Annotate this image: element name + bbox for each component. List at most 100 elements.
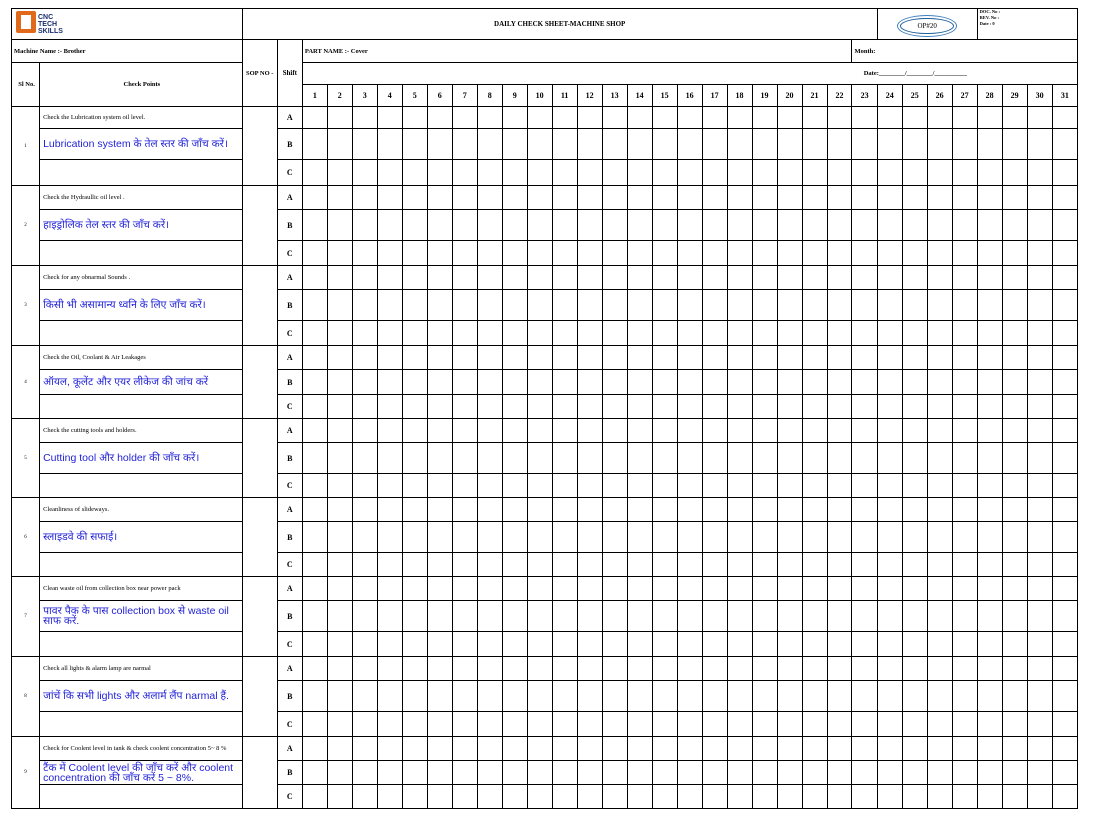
check-entry-cell[interactable] [1001,521,1028,553]
check-entry-cell[interactable] [851,680,878,712]
check-entry-cell[interactable] [351,600,378,632]
check-entry-cell[interactable] [451,497,478,522]
check-entry-cell[interactable] [576,289,603,321]
check-entry-cell[interactable] [451,442,478,474]
check-entry-cell[interactable] [526,185,553,210]
check-entry-cell[interactable] [526,600,553,632]
check-entry-cell[interactable] [426,369,453,395]
check-entry-cell[interactable] [976,128,1003,160]
check-entry-cell[interactable] [476,394,503,419]
check-entry-cell[interactable] [376,473,403,498]
check-entry-cell[interactable] [876,497,903,522]
check-entry-cell[interactable] [901,159,928,186]
check-entry-cell[interactable] [776,369,803,395]
check-entry-cell[interactable] [576,442,603,474]
check-entry-cell[interactable] [851,576,878,601]
check-entry-cell[interactable] [901,418,928,443]
check-entry-cell[interactable] [1051,473,1079,498]
check-entry-cell[interactable] [601,106,628,129]
check-entry-cell[interactable] [401,128,428,160]
check-entry-cell[interactable] [751,320,778,346]
check-entry-cell[interactable] [1001,552,1028,577]
check-entry-cell[interactable] [501,760,528,785]
check-entry-cell[interactable] [901,784,928,809]
check-entry-cell[interactable] [626,521,653,553]
check-entry-cell[interactable] [701,497,728,522]
check-entry-cell[interactable] [451,784,478,809]
check-entry-cell[interactable] [651,394,678,419]
check-entry-cell[interactable] [426,265,453,290]
check-entry-cell[interactable] [376,497,403,522]
check-entry-cell[interactable] [676,106,703,129]
check-entry-cell[interactable] [601,473,628,498]
check-entry-cell[interactable] [576,497,603,522]
check-entry-cell[interactable] [951,345,978,370]
check-entry-cell[interactable] [576,394,603,419]
check-entry-cell[interactable] [976,320,1003,346]
check-entry-cell[interactable] [951,159,978,186]
check-entry-cell[interactable] [776,711,803,737]
check-entry-cell[interactable] [1001,265,1028,290]
check-entry-cell[interactable] [876,185,903,210]
check-entry-cell[interactable] [826,265,853,290]
check-entry-cell[interactable] [801,576,828,601]
check-entry-cell[interactable] [651,576,678,601]
check-entry-cell[interactable] [1001,240,1028,266]
check-entry-cell[interactable] [576,209,603,241]
check-entry-cell[interactable] [1051,576,1079,601]
check-entry-cell[interactable] [451,289,478,321]
check-entry-cell[interactable] [876,265,903,290]
check-entry-cell[interactable] [701,209,728,241]
check-entry-cell[interactable] [826,680,853,712]
check-entry-cell[interactable] [851,209,878,241]
check-entry-cell[interactable] [1051,106,1079,129]
check-entry-cell[interactable] [726,656,753,681]
check-entry-cell[interactable] [676,209,703,241]
check-entry-cell[interactable] [1026,497,1053,522]
check-entry-cell[interactable] [751,394,778,419]
check-entry-cell[interactable] [401,473,428,498]
check-entry-cell[interactable] [301,552,328,577]
check-entry-cell[interactable] [601,345,628,370]
check-entry-cell[interactable] [551,552,578,577]
check-entry-cell[interactable] [376,736,403,761]
check-entry-cell[interactable] [376,265,403,290]
check-entry-cell[interactable] [926,760,953,785]
check-entry-cell[interactable] [751,289,778,321]
check-entry-cell[interactable] [776,680,803,712]
check-entry-cell[interactable] [1051,711,1079,737]
check-entry-cell[interactable] [1051,631,1079,657]
check-entry-cell[interactable] [426,394,453,419]
check-entry-cell[interactable] [1026,106,1053,129]
check-entry-cell[interactable] [901,106,928,129]
check-entry-cell[interactable] [776,106,803,129]
check-entry-cell[interactable] [676,784,703,809]
check-entry-cell[interactable] [976,289,1003,321]
check-entry-cell[interactable] [401,680,428,712]
check-entry-cell[interactable] [501,345,528,370]
check-entry-cell[interactable] [426,680,453,712]
check-entry-cell[interactable] [1051,345,1079,370]
check-entry-cell[interactable] [926,600,953,632]
check-entry-cell[interactable] [926,418,953,443]
check-entry-cell[interactable] [826,576,853,601]
check-entry-cell[interactable] [326,736,353,761]
check-entry-cell[interactable] [601,369,628,395]
check-entry-cell[interactable] [1001,418,1028,443]
check-entry-cell[interactable] [751,159,778,186]
check-entry-cell[interactable] [701,521,728,553]
check-entry-cell[interactable] [476,631,503,657]
check-entry-cell[interactable] [776,631,803,657]
check-entry-cell[interactable] [601,240,628,266]
check-entry-cell[interactable] [451,209,478,241]
check-entry-cell[interactable] [826,521,853,553]
check-entry-cell[interactable] [726,106,753,129]
check-entry-cell[interactable] [701,711,728,737]
check-entry-cell[interactable] [651,711,678,737]
check-entry-cell[interactable] [651,369,678,395]
check-entry-cell[interactable] [526,473,553,498]
check-entry-cell[interactable] [576,320,603,346]
check-entry-cell[interactable] [526,711,553,737]
check-entry-cell[interactable] [901,240,928,266]
check-entry-cell[interactable] [701,552,728,577]
